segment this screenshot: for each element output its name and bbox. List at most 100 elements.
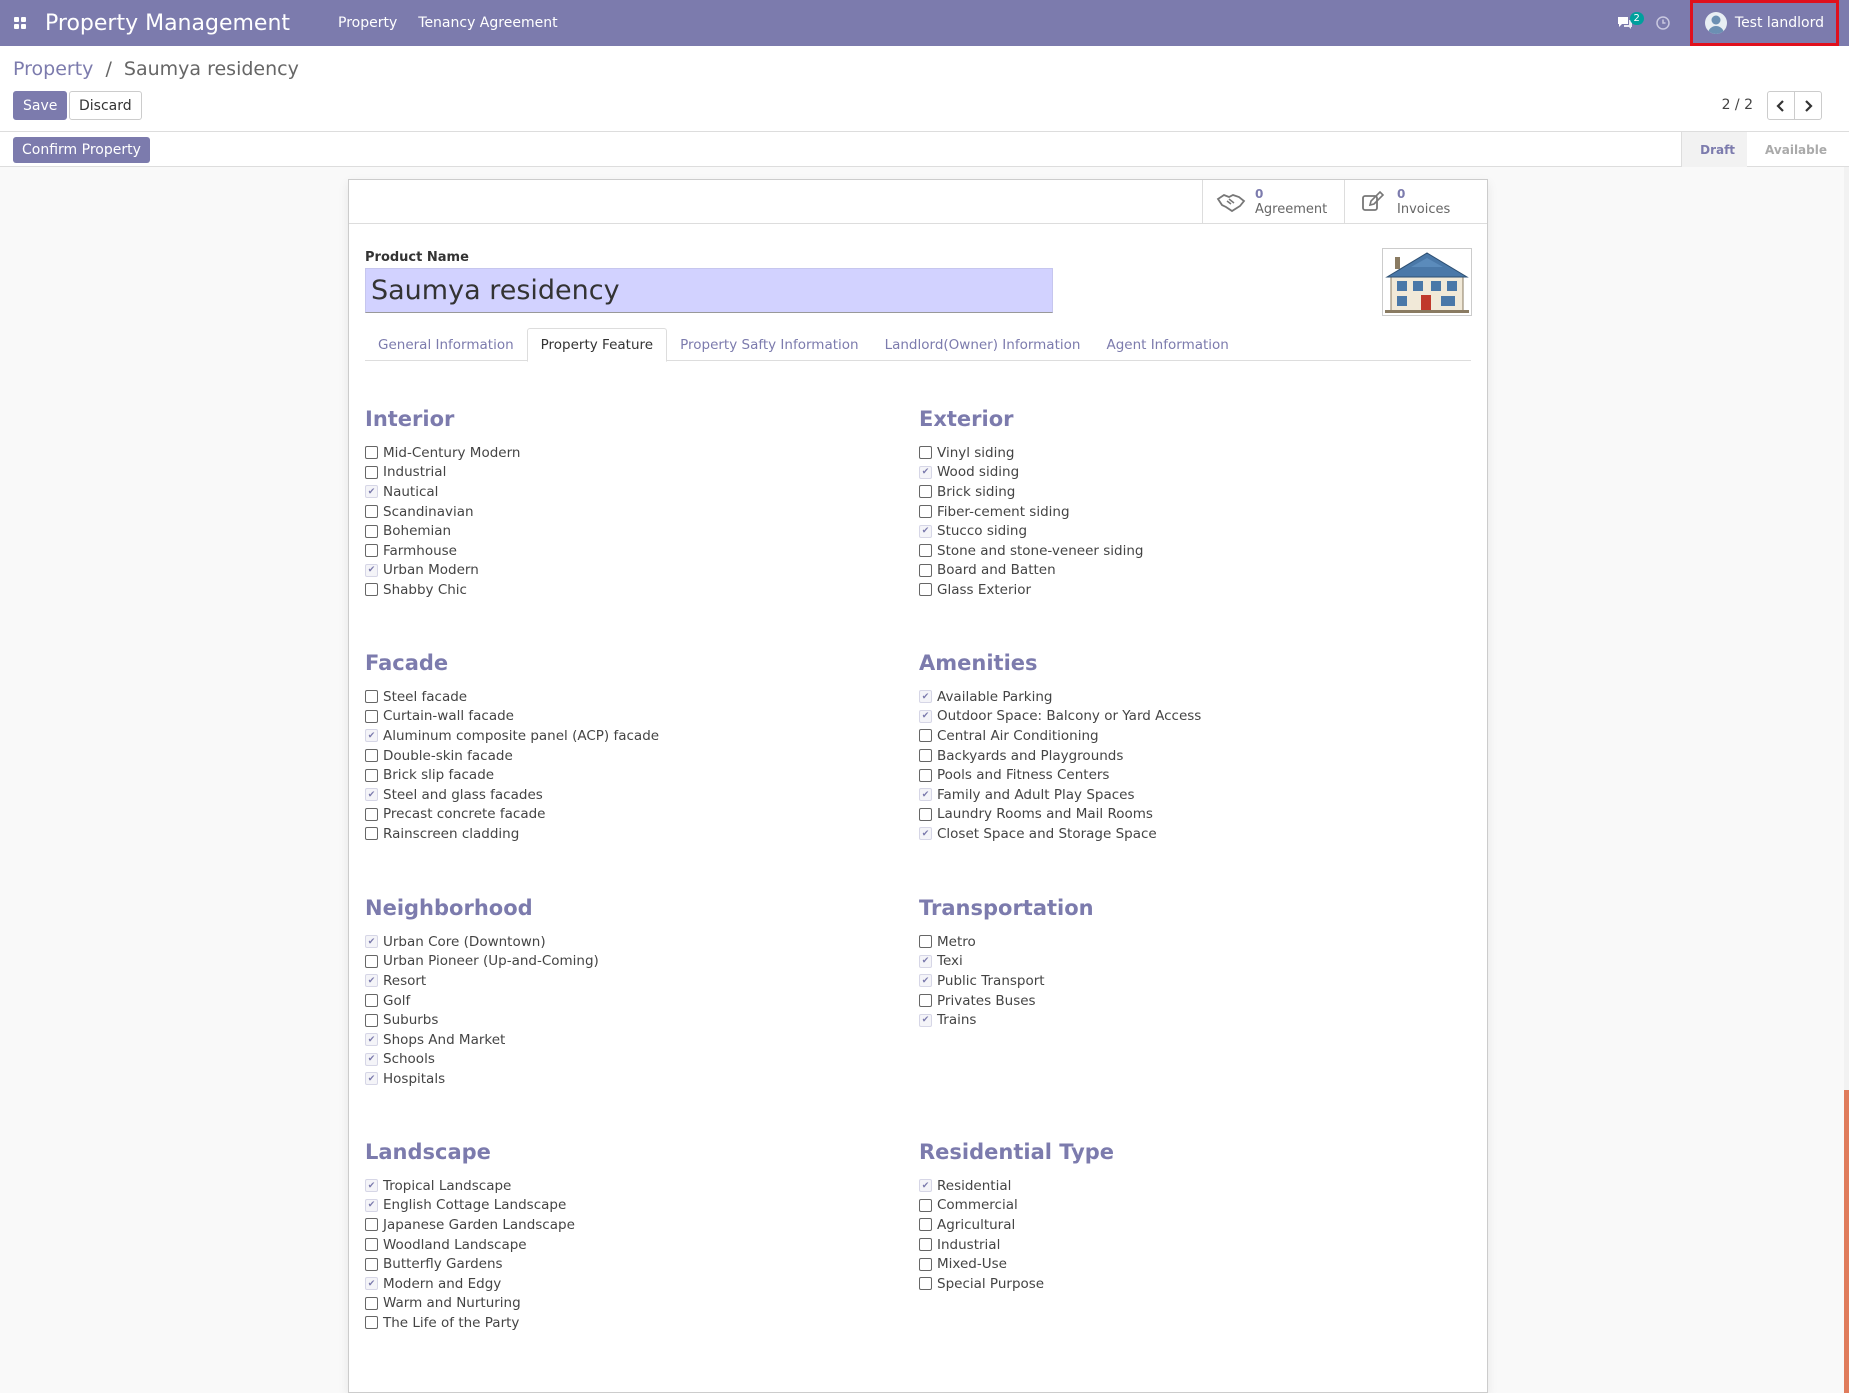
checkbox-unchecked[interactable] (919, 768, 932, 782)
save-button[interactable]: Save (13, 91, 68, 120)
pager-value[interactable]: 2 / 2 (1722, 97, 1753, 113)
checkbox-item[interactable]: Board and Batten (919, 561, 1459, 581)
checkbox-unchecked[interactable] (919, 749, 932, 763)
checkbox-item[interactable]: ✔ Family and Adult Play Spaces (919, 785, 1459, 805)
checkbox-item[interactable]: Metro (919, 932, 1459, 952)
checkbox-item[interactable]: Woodland Landscape (365, 1235, 905, 1255)
checkbox-item[interactable]: The Life of the Party (365, 1313, 905, 1333)
checkbox-unchecked[interactable] (365, 1238, 378, 1252)
checkbox-unchecked[interactable] (365, 749, 378, 763)
checkbox-unchecked[interactable] (919, 935, 932, 949)
tab-agent-information[interactable]: Agent Information (1093, 328, 1241, 361)
checkbox-item[interactable]: Laundry Rooms and Mail Rooms (919, 805, 1459, 825)
checkbox-item[interactable]: Urban Pioneer (Up-and-Coming) (365, 952, 905, 972)
checkbox-item[interactable]: ✔ Residential (919, 1176, 1459, 1196)
checkbox-unchecked[interactable] (365, 768, 378, 782)
checkbox-unchecked[interactable] (919, 544, 932, 558)
checkbox-item[interactable]: Backyards and Playgrounds (919, 746, 1459, 766)
checkbox-item[interactable]: ✔ Nautical (365, 482, 905, 502)
checkbox-unchecked[interactable] (365, 954, 378, 968)
tab-property-safety-information[interactable]: Property Safty Information (667, 328, 872, 361)
checkbox-unchecked[interactable] (365, 1316, 378, 1330)
checkbox-item[interactable]: ✔ Closet Space and Storage Space (919, 824, 1459, 844)
checkbox-item[interactable]: Precast concrete facade (365, 805, 905, 825)
checkbox-item[interactable]: Vinyl siding (919, 443, 1459, 463)
checkbox-item[interactable]: Warm and Nurturing (365, 1294, 905, 1314)
checkbox-checked[interactable]: ✔ (919, 690, 932, 704)
checkbox-item[interactable]: ✔ Urban Modern (365, 561, 905, 581)
checkbox-unchecked[interactable] (365, 505, 378, 519)
tab-landlord-information[interactable]: Landlord(Owner) Information (872, 328, 1094, 361)
checkbox-unchecked[interactable] (365, 690, 378, 704)
checkbox-item[interactable]: Suburbs (365, 1010, 905, 1030)
checkbox-unchecked[interactable] (919, 994, 932, 1008)
checkbox-item[interactable]: Privates Buses (919, 991, 1459, 1011)
checkbox-item[interactable]: ✔ Available Parking (919, 687, 1459, 707)
checkbox-unchecked[interactable] (365, 1257, 378, 1271)
stage-available[interactable]: Available (1747, 132, 1839, 167)
checkbox-item[interactable]: Brick slip facade (365, 765, 905, 785)
checkbox-checked[interactable]: ✔ (365, 1277, 378, 1291)
clock-icon[interactable] (1648, 0, 1678, 46)
checkbox-item[interactable]: Butterfly Gardens (365, 1254, 905, 1274)
checkbox-checked[interactable]: ✔ (365, 485, 378, 499)
checkbox-unchecked[interactable] (919, 1218, 932, 1232)
checkbox-checked[interactable]: ✔ (365, 1052, 378, 1066)
checkbox-item[interactable]: Steel facade (365, 687, 905, 707)
pager-previous-button[interactable] (1767, 91, 1795, 120)
checkbox-checked[interactable]: ✔ (365, 1198, 378, 1212)
pager-next-button[interactable] (1794, 91, 1822, 120)
checkbox-unchecked[interactable] (365, 827, 378, 841)
checkbox-unchecked[interactable] (365, 544, 378, 558)
confirm-property-button[interactable]: Confirm Property (13, 137, 150, 163)
breadcrumb-parent[interactable]: Property (13, 58, 93, 80)
checkbox-checked[interactable]: ✔ (365, 974, 378, 988)
checkbox-unchecked[interactable] (919, 1238, 932, 1252)
user-menu[interactable]: Test landlord (1689, 0, 1839, 46)
checkbox-item[interactable]: ✔ Modern and Edgy (365, 1274, 905, 1294)
checkbox-item[interactable]: Glass Exterior (919, 580, 1459, 600)
scroll-thumb[interactable] (1844, 1090, 1849, 1393)
property-image[interactable] (1382, 248, 1472, 316)
product-name-input[interactable]: Saumya residency (365, 268, 1053, 313)
checkbox-unchecked[interactable] (919, 1277, 932, 1291)
discard-button[interactable]: Discard (69, 91, 142, 120)
chat-icon[interactable]: 2 (1610, 0, 1644, 46)
checkbox-unchecked[interactable] (365, 709, 378, 723)
checkbox-checked[interactable]: ✔ (919, 709, 932, 723)
checkbox-checked[interactable]: ✔ (365, 729, 378, 743)
checkbox-unchecked[interactable] (919, 1198, 932, 1212)
checkbox-checked[interactable]: ✔ (365, 1072, 378, 1086)
checkbox-item[interactable]: ✔ Steel and glass facades (365, 785, 905, 805)
checkbox-item[interactable]: Rainscreen cladding (365, 824, 905, 844)
checkbox-item[interactable]: Pools and Fitness Centers (919, 765, 1459, 785)
tab-property-feature[interactable]: Property Feature (526, 328, 668, 362)
checkbox-item[interactable]: ✔ Aluminum composite panel (ACP) facade (365, 726, 905, 746)
checkbox-checked[interactable]: ✔ (365, 1179, 378, 1193)
checkbox-item[interactable]: Golf (365, 991, 905, 1011)
checkbox-item[interactable]: ✔ Public Transport (919, 971, 1459, 991)
checkbox-item[interactable]: Double-skin facade (365, 746, 905, 766)
checkbox-checked[interactable]: ✔ (365, 935, 378, 949)
tab-general-information[interactable]: General Information (365, 328, 527, 361)
menu-tenancy-agreement[interactable]: Tenancy Agreement (418, 15, 557, 31)
checkbox-item[interactable]: Central Air Conditioning (919, 726, 1459, 746)
checkbox-unchecked[interactable] (365, 1296, 378, 1310)
scrollbar[interactable] (1844, 167, 1849, 1393)
checkbox-unchecked[interactable] (365, 994, 378, 1008)
checkbox-item[interactable]: Mid-Century Modern (365, 443, 905, 463)
checkbox-checked[interactable]: ✔ (919, 465, 932, 479)
checkbox-checked[interactable]: ✔ (919, 788, 932, 802)
checkbox-item[interactable]: ✔ Schools (365, 1050, 905, 1070)
app-brand[interactable]: Property Management (45, 11, 290, 36)
checkbox-unchecked[interactable] (365, 524, 378, 538)
checkbox-unchecked[interactable] (365, 583, 378, 597)
checkbox-item[interactable]: Stone and stone-veneer siding (919, 541, 1459, 561)
checkbox-unchecked[interactable] (919, 563, 932, 577)
checkbox-item[interactable]: ✔ Texi (919, 952, 1459, 972)
checkbox-checked[interactable]: ✔ (919, 827, 932, 841)
menu-property[interactable]: Property (338, 15, 397, 31)
checkbox-unchecked[interactable] (365, 807, 378, 821)
checkbox-item[interactable]: Bohemian (365, 521, 905, 541)
checkbox-item[interactable]: Farmhouse (365, 541, 905, 561)
